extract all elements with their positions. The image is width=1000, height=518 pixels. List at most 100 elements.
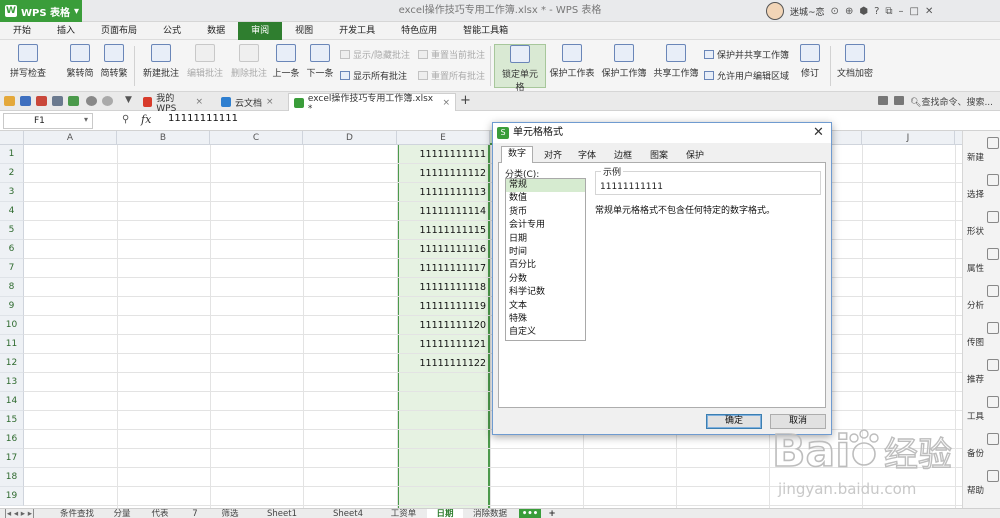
menu-tab[interactable]: 插入	[44, 22, 88, 40]
sheet-tab[interactable]: 条件查找	[52, 509, 102, 518]
panel-item[interactable]: 工具	[967, 396, 1000, 422]
row-header[interactable]: 12	[0, 354, 24, 373]
column-header[interactable]: J	[862, 131, 955, 145]
row-header[interactable]: 17	[0, 449, 24, 468]
row-header[interactable]: 3	[0, 183, 24, 202]
row-header[interactable]: 15	[0, 411, 24, 430]
category-item[interactable]: 数值	[506, 192, 585, 205]
share-workbook-button[interactable]: 共享工作簿	[652, 44, 700, 79]
category-item[interactable]: 特殊	[506, 313, 585, 326]
reset-current-comment-button[interactable]: 重置当前批注	[418, 48, 485, 61]
panel-item[interactable]: 分析	[967, 285, 1000, 311]
simp-to-trad-button[interactable]: 简转繁	[98, 44, 130, 79]
close-icon[interactable]: ✕	[925, 6, 933, 17]
spell-check-button[interactable]: 拼写检查	[5, 44, 51, 79]
row-header[interactable]: 11	[0, 335, 24, 354]
cell-f8[interactable]: 11111111118	[399, 278, 488, 297]
help-icon[interactable]: ?	[874, 6, 879, 17]
insert-function-icon[interactable]: fx	[141, 113, 151, 126]
delete-comment-button[interactable]: 删除批注	[228, 44, 270, 79]
panel-item[interactable]: 帮助	[967, 470, 1000, 496]
feedback-icon[interactable]	[878, 96, 888, 105]
undo-icon[interactable]	[86, 96, 97, 106]
category-item[interactable]: 百分比	[506, 259, 585, 272]
sheet-tab[interactable]: 日期	[427, 509, 463, 518]
avatar[interactable]	[766, 2, 784, 20]
chevron-down-icon[interactable]: ▼	[125, 95, 132, 105]
user-name[interactable]: 迷城~恋	[790, 5, 825, 18]
cell-f12[interactable]: 11111111122	[399, 354, 488, 373]
cell-f5[interactable]: 11111111115	[399, 221, 488, 240]
collapse-ribbon-icon[interactable]	[894, 96, 904, 105]
row-header[interactable]: 16	[0, 430, 24, 449]
close-tab-icon[interactable]: ×	[195, 97, 203, 107]
column-header[interactable]: A	[24, 131, 117, 145]
export-pdf-icon[interactable]	[36, 96, 47, 106]
sheet-tab[interactable]: 分量	[104, 509, 140, 518]
column-header[interactable]: D	[303, 131, 397, 145]
menu-tab[interactable]: 开发工具	[326, 22, 388, 40]
protect-and-share-button[interactable]: 保护并共享工作簿	[704, 48, 789, 61]
next-comment-button[interactable]: 下一条	[304, 44, 336, 79]
trad-to-simp-button[interactable]: 繁转简	[64, 44, 96, 79]
menu-tab[interactable]: 智能工具箱	[450, 22, 521, 40]
panel-item[interactable]: 新建	[967, 137, 1000, 163]
cell-f11[interactable]: 11111111121	[399, 335, 488, 354]
row-header[interactable]: 1	[0, 145, 24, 164]
row-header[interactable]: 9	[0, 297, 24, 316]
row-header[interactable]: 10	[0, 316, 24, 335]
maximize-icon[interactable]: □	[910, 6, 919, 17]
row-header[interactable]: 6	[0, 240, 24, 259]
add-sheet-icon[interactable]: +	[545, 509, 559, 518]
cell-f10[interactable]: 11111111120	[399, 316, 488, 335]
close-icon[interactable]: ✕	[813, 125, 824, 140]
menu-tab[interactable]: 开始	[0, 22, 44, 40]
category-item[interactable]: 常规	[506, 179, 585, 193]
save-icon[interactable]	[20, 96, 31, 106]
menu-tab[interactable]: 数据	[194, 22, 238, 40]
category-item[interactable]: 科学记数	[506, 286, 585, 299]
cancel-button[interactable]: 取消	[770, 414, 826, 429]
dialog-tab[interactable]: 数字	[501, 146, 534, 163]
ok-button[interactable]: 确定	[706, 414, 762, 429]
command-search[interactable]: 🔍︎查找命令、搜索...	[910, 95, 993, 108]
show-hide-comment-button[interactable]: 显示/隐藏批注	[340, 48, 410, 61]
new-comment-button[interactable]: 新建批注	[140, 44, 182, 79]
minimize-icon[interactable]: –	[899, 6, 904, 17]
row-header[interactable]: 14	[0, 392, 24, 411]
dialog-tab[interactable]: 边框	[607, 148, 639, 163]
cell-f3[interactable]: 11111111113	[399, 183, 488, 202]
cell-f4[interactable]: 11111111114	[399, 202, 488, 221]
menu-tab[interactable]: 视图	[282, 22, 326, 40]
user-area[interactable]: 迷城~恋 ⊙ ⊕ ⬢ ? ⧉ – □ ✕	[766, 2, 933, 20]
category-item[interactable]: 分数	[506, 273, 585, 286]
document-tab[interactable]: 我的WPS ×	[138, 93, 208, 114]
edit-comment-button[interactable]: 编辑批注	[184, 44, 226, 79]
column-header[interactable]: B	[117, 131, 210, 145]
close-tab-icon[interactable]: ×	[442, 98, 450, 108]
dialog-tab[interactable]: 图案	[643, 148, 675, 163]
panel-item[interactable]: 选择	[967, 174, 1000, 200]
sheet-tab[interactable]: 7	[180, 509, 210, 518]
dialog-tab[interactable]: 对齐	[537, 148, 569, 163]
panel-item[interactable]: 推荐	[967, 359, 1000, 385]
sheet-tab[interactable]: 消除数据	[465, 509, 515, 518]
sheet-tab[interactable]: 工资单	[382, 509, 425, 518]
wps-app-menu-button[interactable]: W WPS 表格 ▾	[0, 0, 82, 22]
skin-icon[interactable]: ⊙	[831, 6, 839, 17]
open-icon[interactable]	[4, 96, 15, 106]
sheet-tab[interactable]: 筛选	[212, 509, 248, 518]
panel-item[interactable]: 形状	[967, 211, 1000, 237]
menu-tab[interactable]: 页面布局	[88, 22, 150, 40]
restore-icon[interactable]: ⧉	[885, 6, 892, 17]
row-header[interactable]: 2	[0, 164, 24, 183]
row-header[interactable]: 19	[0, 487, 24, 506]
row-header[interactable]: 7	[0, 259, 24, 278]
panel-item[interactable]: 属性	[967, 248, 1000, 274]
cell-f2[interactable]: 11111111112	[399, 164, 488, 183]
new-tab-icon[interactable]: +	[460, 93, 471, 108]
print-icon[interactable]	[52, 96, 63, 106]
chevron-down-icon[interactable]: ▾	[84, 115, 88, 124]
show-all-comments-button[interactable]: 显示所有批注	[340, 69, 407, 82]
protect-sheet-button[interactable]: 保护工作表	[548, 44, 596, 79]
